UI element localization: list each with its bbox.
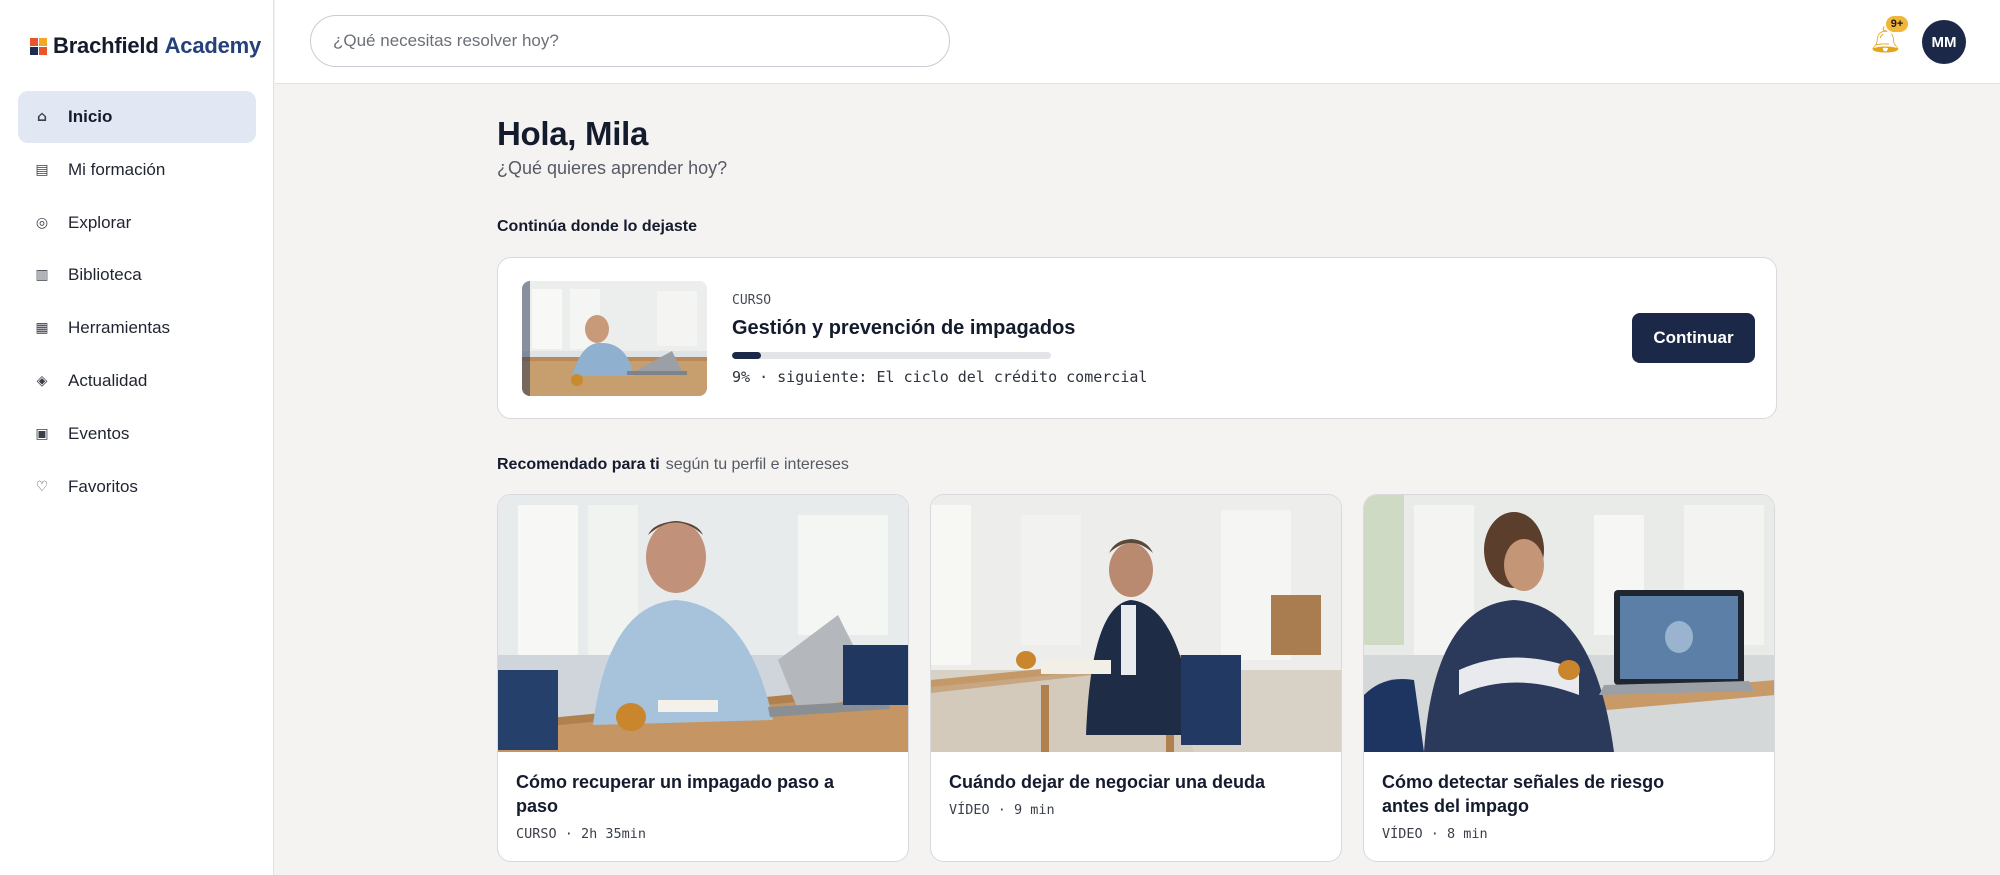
card-body: Cómo detectar señales de riesgo antes de… bbox=[1382, 770, 1712, 842]
compass-icon: ◎ bbox=[35, 214, 49, 231]
card-title[interactable]: Cuándo dejar de negociar una deuda bbox=[949, 770, 1279, 794]
top-bar: 🔔︎ 9+ MM bbox=[275, 0, 2000, 84]
sidebar-item-herramientas[interactable]: ▦ Herramientas bbox=[18, 302, 256, 354]
course-type-label: CURSO bbox=[732, 293, 772, 308]
sidebar-item-mi-formacion[interactable]: ▤ Mi formación bbox=[18, 144, 256, 196]
sidebar-item-favoritos[interactable]: ♡ Favoritos bbox=[18, 461, 256, 513]
avatar[interactable]: MM bbox=[1922, 20, 1966, 64]
tools-icon: ▦ bbox=[35, 320, 49, 337]
recommended-subtitle: según tu perfil e intereses bbox=[665, 456, 849, 473]
card-image bbox=[931, 495, 1341, 752]
sidebar: Brachfield Academy ⌂ Inicio ▤ Mi formaci… bbox=[0, 0, 274, 875]
sidebar-item-actualidad[interactable]: ◈ Actualidad bbox=[18, 355, 256, 407]
sidebar-item-biblioteca[interactable]: ▥ Biblioteca bbox=[18, 249, 256, 301]
sidebar-item-label: Actualidad bbox=[68, 370, 148, 390]
continue-section-title: Continúa donde lo dejaste bbox=[497, 218, 698, 235]
training-icon: ▤ bbox=[35, 161, 49, 178]
card-title[interactable]: Cómo recuperar un impagado paso a paso bbox=[516, 770, 846, 818]
recommended-title: Recomendado para ti bbox=[497, 456, 660, 473]
card-image bbox=[498, 495, 908, 752]
logo-mark-icon bbox=[30, 37, 47, 55]
sidebar-item-label: Mi formación bbox=[68, 159, 166, 179]
recommended-card[interactable]: Cuándo dejar de negociar una deuda VÍDEO… bbox=[930, 494, 1342, 862]
card-meta: VÍDEO · 9 min bbox=[949, 802, 1055, 818]
sidebar-item-eventos[interactable]: ▣ Eventos bbox=[18, 408, 256, 460]
heart-icon: ♡ bbox=[35, 478, 49, 495]
library-icon: ▥ bbox=[35, 267, 49, 284]
card-meta: CURSO · 2h 35min bbox=[516, 826, 647, 842]
brand-name-accent: Academy bbox=[164, 33, 262, 58]
recommended-section-title: Recomendado para ti según tu perfil e int… bbox=[497, 456, 849, 474]
card-body: Cuándo dejar de negociar una deuda VÍDEO… bbox=[949, 770, 1279, 818]
home-icon: ⌂ bbox=[36, 109, 48, 125]
sidebar-item-label: Inicio bbox=[68, 107, 113, 126]
brand-name: Brachfield bbox=[53, 33, 159, 58]
course-progress-fill bbox=[732, 352, 761, 359]
sidebar-item-label: Favoritos bbox=[68, 476, 138, 496]
sidebar-item-label: Biblioteca bbox=[68, 265, 142, 285]
page-subtitle: ¿Qué quieres aprender hoy? bbox=[497, 158, 728, 178]
course-progress-meta: 9% · siguiente: El ciclo del crédito com… bbox=[732, 368, 1148, 386]
card-title[interactable]: Cómo detectar señales de riesgo antes de… bbox=[1382, 770, 1712, 818]
sidebar-nav: ⌂ Inicio ▤ Mi formación ◎ Explorar ▥ Bib… bbox=[18, 91, 256, 513]
continue-button[interactable]: Continuar bbox=[1632, 313, 1755, 363]
brand-logo[interactable]: Brachfield Academy bbox=[30, 33, 261, 59]
recommended-cards: Cómo recuperar un impagado paso a paso C… bbox=[497, 494, 1777, 862]
card-meta: VÍDEO · 8 min bbox=[1382, 826, 1488, 842]
course-progress-bar bbox=[732, 352, 1051, 359]
card-image bbox=[1364, 495, 1774, 752]
sidebar-item-label: Herramientas bbox=[68, 318, 171, 338]
course-title[interactable]: Gestión y prevención de impagados bbox=[732, 317, 1075, 340]
news-icon: ◈ bbox=[36, 372, 48, 389]
recommended-card[interactable]: Cómo detectar señales de riesgo antes de… bbox=[1363, 494, 1775, 862]
calendar-icon: ▣ bbox=[35, 425, 49, 442]
page-title: Hola, Mila bbox=[497, 115, 649, 152]
search-input[interactable] bbox=[310, 15, 950, 67]
sidebar-item-inicio[interactable]: ⌂ Inicio bbox=[18, 91, 256, 143]
continue-card[interactable]: CURSO Gestión y prevención de impagados … bbox=[497, 257, 1777, 419]
sidebar-item-label: Eventos bbox=[68, 423, 130, 443]
card-body: Cómo recuperar un impagado paso a paso C… bbox=[516, 770, 846, 842]
recommended-card[interactable]: Cómo recuperar un impagado paso a paso C… bbox=[497, 494, 909, 862]
sidebar-item-label: Explorar bbox=[68, 212, 132, 232]
notification-badge: 9+ bbox=[1884, 14, 1910, 34]
sidebar-item-explorar[interactable]: ◎ Explorar bbox=[18, 197, 256, 249]
course-thumbnail bbox=[522, 281, 707, 396]
